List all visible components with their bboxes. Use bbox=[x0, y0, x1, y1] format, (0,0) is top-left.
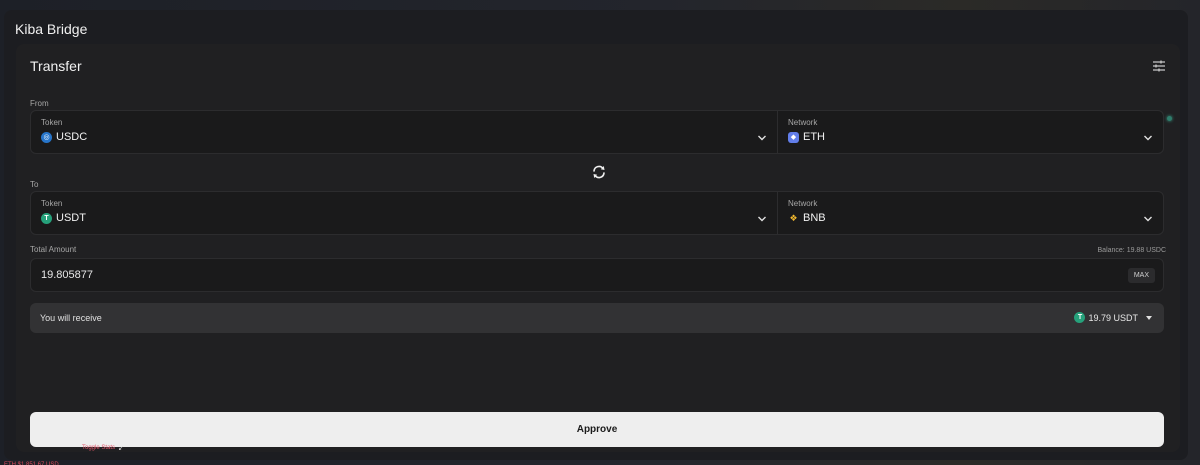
caret-down-icon bbox=[1146, 315, 1152, 320]
connection-status-dot bbox=[1167, 116, 1172, 121]
amount-input[interactable] bbox=[41, 259, 941, 291]
chevron-down-icon bbox=[1144, 135, 1152, 141]
from-token-label: Token bbox=[41, 118, 63, 127]
chevron-down-icon bbox=[758, 135, 766, 141]
to-token-select[interactable]: Token T USDT bbox=[31, 192, 778, 234]
receive-details-toggle[interactable]: T 19.79 USDT bbox=[1074, 312, 1152, 323]
from-token-value: USDC bbox=[56, 131, 88, 143]
chevron-down-icon bbox=[758, 216, 766, 222]
from-network-select[interactable]: Network ◆ ETH bbox=[778, 111, 1163, 153]
toggle-stats-label: Toggle Stats bbox=[82, 445, 116, 451]
to-token-value: USDT bbox=[56, 212, 86, 224]
chevron-down-icon bbox=[1144, 216, 1152, 222]
to-select-row: Token T USDT Network ❖ BNB bbox=[30, 191, 1164, 235]
arrow-down-left-icon: ↙ bbox=[118, 445, 124, 452]
to-token-label: Token bbox=[41, 199, 63, 208]
receive-label: You will receive bbox=[40, 313, 102, 323]
bnb-icon: ❖ bbox=[789, 212, 798, 223]
from-label: From bbox=[30, 99, 49, 108]
swap-direction-button[interactable] bbox=[591, 164, 607, 180]
card-title: Transfer bbox=[30, 58, 82, 74]
app-title: Kiba Bridge bbox=[15, 21, 88, 37]
eth-icon: ◆ bbox=[788, 131, 799, 143]
settings-button[interactable] bbox=[1150, 57, 1168, 75]
from-network-value: ETH bbox=[803, 131, 825, 143]
receive-summary: You will receive T 19.79 USDT bbox=[30, 303, 1164, 333]
to-network-label: Network bbox=[788, 199, 818, 208]
from-select-row: Token ◎ USDC Network ◆ ETH bbox=[30, 110, 1164, 154]
from-token-select[interactable]: Token ◎ USDC bbox=[31, 111, 778, 153]
transfer-card: Transfer From Token ◎ USDC Network ◆ ETH… bbox=[16, 44, 1180, 452]
max-button[interactable]: MAX bbox=[1127, 268, 1155, 283]
sliders-icon bbox=[1153, 60, 1165, 72]
toggle-stats-link[interactable]: Toggle Stats ↙ bbox=[82, 444, 124, 452]
app-shell: Kiba Bridge Transfer From Token ◎ USDC N… bbox=[4, 10, 1188, 460]
amount-field: MAX bbox=[30, 258, 1164, 292]
usdt-icon: T bbox=[41, 212, 52, 224]
usdc-icon: ◎ bbox=[41, 131, 52, 143]
from-network-label: Network bbox=[788, 118, 818, 127]
receive-value: 19.79 USDT bbox=[1088, 312, 1138, 323]
to-label: To bbox=[30, 180, 39, 189]
to-network-select[interactable]: Network ❖ BNB bbox=[778, 192, 1163, 234]
swap-icon bbox=[593, 165, 605, 179]
usdt-icon: T bbox=[1074, 312, 1086, 323]
to-network-value: BNB bbox=[803, 212, 826, 224]
balance-text: Balance: 19.88 USDC bbox=[1097, 247, 1166, 254]
approve-button[interactable]: Approve bbox=[30, 412, 1164, 447]
total-amount-label: Total Amount bbox=[30, 245, 77, 254]
price-ticker: ETH $1,851.67 USD bbox=[4, 462, 59, 465]
